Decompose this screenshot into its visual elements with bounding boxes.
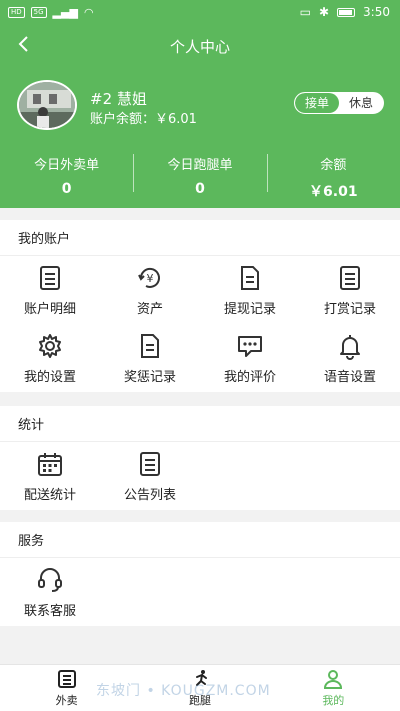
announcement-list-button[interactable]: 公告列表 bbox=[100, 442, 200, 510]
list-doc-icon bbox=[140, 451, 160, 476]
comment-icon bbox=[238, 335, 262, 357]
grid-label: 我的设置 bbox=[23, 369, 76, 385]
stat-value: ￥6.01 bbox=[309, 184, 358, 200]
grid-label: 打赏记录 bbox=[323, 301, 376, 317]
svg-text:¥: ¥ bbox=[147, 272, 154, 285]
grid-label: 提现记录 bbox=[223, 301, 276, 317]
work-status-toggle[interactable]: 接单 休息 bbox=[294, 92, 384, 114]
status-bar: HD 5G ▂▄▆ ◠ ▭ ✱ 3:50 bbox=[0, 0, 400, 26]
stat-value: 0 bbox=[61, 181, 72, 197]
withdraw-records-button[interactable]: 提现记录 bbox=[200, 256, 300, 324]
stat-today-errand: 今日跑腿单 0 bbox=[133, 150, 266, 201]
user-icon bbox=[324, 670, 343, 689]
tab-errand[interactable]: 跑腿 bbox=[133, 665, 266, 711]
calendar-icon bbox=[38, 452, 62, 476]
stats-row: 今日外卖单 0 今日跑腿单 0 余额 ￥6.01 bbox=[0, 150, 400, 201]
contact-support-button[interactable]: 联系客服 bbox=[0, 558, 100, 626]
tab-mine[interactable]: 我的 bbox=[267, 665, 400, 711]
avatar-photo bbox=[19, 82, 75, 128]
alarm-icon: ▭ bbox=[299, 5, 311, 19]
stat-label: 今日外卖单 bbox=[34, 158, 100, 173]
section-title: 服务 bbox=[0, 522, 400, 558]
stat-value: 0 bbox=[195, 181, 205, 197]
signal-icon: ▂▄▆ bbox=[52, 6, 78, 19]
account-balance: 账户余额：￥6.01 bbox=[90, 112, 197, 127]
my-settings-button[interactable]: 我的设置 bbox=[0, 324, 100, 392]
grid-label: 账户明细 bbox=[23, 301, 76, 317]
yen-refresh-icon: ¥ bbox=[138, 267, 160, 288]
section-my-account: 我的账户 账户明细 ¥ 资产 提现记录 打赏记录 我的设置 奖惩记录 我的评价 bbox=[0, 220, 400, 392]
hd-indicator: HD bbox=[8, 7, 25, 18]
doc-icon bbox=[141, 333, 159, 358]
status-time: 3:50 bbox=[363, 5, 390, 19]
section-statistics: 统计 配送统计 公告列表 bbox=[0, 406, 400, 510]
toggle-accept-orders[interactable]: 接单 bbox=[295, 93, 339, 113]
grid-label: 联系客服 bbox=[23, 603, 76, 619]
headset-icon bbox=[38, 567, 62, 592]
section-title: 统计 bbox=[0, 406, 400, 442]
profile-header: 个人中心 #2 慧姐 账户余额：￥6.01 接单 休息 今日外卖单 0 今日跑腿… bbox=[0, 26, 400, 208]
takeout-icon bbox=[57, 670, 76, 688]
stat-label: 今日跑腿单 bbox=[167, 158, 233, 173]
assets-button[interactable]: ¥ 资产 bbox=[100, 256, 200, 324]
voice-settings-button[interactable]: 语音设置 bbox=[300, 324, 400, 392]
delivery-stats-button[interactable]: 配送统计 bbox=[0, 442, 100, 510]
list-doc-icon bbox=[340, 265, 360, 290]
grid-label: 公告列表 bbox=[123, 487, 176, 503]
stat-balance: 余额 ￥6.01 bbox=[266, 150, 400, 201]
section-service: 服务 联系客服 bbox=[0, 522, 400, 626]
stat-label: 余额 bbox=[320, 158, 347, 173]
account-details-button[interactable]: 账户明细 bbox=[0, 256, 100, 324]
section-title: 我的账户 bbox=[0, 220, 400, 256]
grid-label: 我的评价 bbox=[223, 369, 276, 385]
reward-penalty-button[interactable]: 奖惩记录 bbox=[100, 324, 200, 392]
bell-icon bbox=[340, 334, 360, 360]
network-indicator: 5G bbox=[30, 7, 47, 18]
wifi-icon: ◠ bbox=[83, 6, 94, 19]
tab-label: 我的 bbox=[322, 694, 345, 707]
profile-name: #2 慧姐 bbox=[90, 90, 147, 108]
grid-label: 配送统计 bbox=[23, 487, 76, 503]
battery-icon bbox=[337, 7, 356, 17]
runner-icon bbox=[195, 670, 207, 686]
grid-label: 奖惩记录 bbox=[123, 369, 176, 385]
tab-label: 跑腿 bbox=[188, 694, 211, 707]
toggle-rest[interactable]: 休息 bbox=[339, 93, 383, 113]
tab-label: 外卖 bbox=[55, 694, 78, 707]
grid-label: 资产 bbox=[136, 301, 163, 317]
stat-today-takeout: 今日外卖单 0 bbox=[0, 150, 133, 201]
page-title: 个人中心 bbox=[169, 38, 230, 56]
avatar[interactable] bbox=[17, 80, 77, 130]
tip-records-button[interactable]: 打赏记录 bbox=[300, 256, 400, 324]
grid-label: 语音设置 bbox=[323, 369, 376, 385]
gear-icon bbox=[39, 333, 61, 358]
list-doc-icon bbox=[40, 265, 60, 290]
tab-takeout[interactable]: 外卖 bbox=[0, 665, 133, 711]
bluetooth-icon: ✱ bbox=[318, 5, 330, 19]
my-reviews-button[interactable]: 我的评价 bbox=[200, 324, 300, 392]
bottom-tab-bar: 外卖 跑腿 我的 bbox=[0, 664, 400, 711]
doc-icon bbox=[241, 265, 259, 290]
